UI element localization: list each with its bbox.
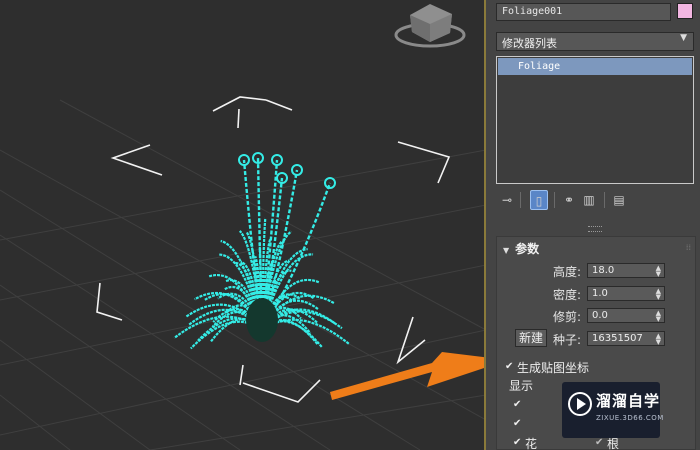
foliage-plant [173, 152, 351, 350]
play-logo-icon [568, 392, 592, 416]
seed-spinner[interactable]: 16351507 ▲ ▼ [587, 331, 665, 346]
prune-label: 修剪: [552, 310, 581, 324]
object-color-swatch[interactable] [677, 3, 693, 19]
prune-value: 0.0 [592, 310, 608, 321]
toolbar-separator [554, 192, 555, 208]
modifier-list-label: 修改器列表 [502, 37, 557, 50]
rollout-header[interactable]: ▼ 参数 [503, 240, 539, 257]
spinner-arrows-icon[interactable]: ▲ ▼ [656, 333, 661, 346]
toolbar-separator [604, 192, 605, 208]
spinner-arrows-icon[interactable]: ▲ ▼ [656, 288, 661, 301]
seed-value: 16351507 [592, 333, 643, 344]
stack-toolbar: ⊸ ▯ ⚭ ▥ ▤ [496, 190, 696, 212]
gen-map-coords-label: 生成贴图坐标 [517, 361, 590, 375]
object-name-field[interactable]: Foliage001 [496, 3, 671, 21]
gen-map-coords-checkbox[interactable]: ✔ [505, 362, 515, 372]
modifier-list-dropdown[interactable]: 修改器列表 ▼ [496, 32, 694, 51]
height-value: 18.0 [592, 265, 615, 276]
height-label: 高度: [552, 265, 581, 279]
seed-label: 种子: [552, 333, 581, 347]
rollout-title: 参数 [515, 242, 540, 256]
configure-modifier-sets-icon[interactable]: ▤ [610, 190, 628, 210]
stack-item-foliage[interactable]: Foliage [498, 58, 692, 75]
watermark-brand: 溜溜自学 [596, 392, 661, 410]
spinner-arrows-icon[interactable]: ▲ ▼ [656, 310, 661, 323]
3d-viewport[interactable] [0, 0, 486, 450]
density-label: 密度: [552, 288, 581, 302]
remove-modifier-icon[interactable]: ▥ [580, 190, 598, 210]
rollout-grip-icon: ⁞⁞ [685, 243, 691, 252]
show-leaves-checkbox[interactable]: ✔ [513, 400, 523, 410]
orange-pointer-arrow [330, 352, 486, 400]
watermark-url: ZIXUE.3D66.COM [596, 414, 664, 422]
show-end-result-icon[interactable]: ▯ [530, 190, 548, 210]
foliage-core [246, 298, 278, 342]
modifier-stack[interactable]: Foliage [496, 56, 694, 184]
watermark-logo: 溜溜自学 ZIXUE.3D66.COM [562, 382, 663, 438]
flowers-label: 花 [525, 437, 538, 450]
spinner-arrows-icon[interactable]: ▲ ▼ [656, 265, 661, 278]
rollout-drag-handle[interactable] [588, 226, 602, 232]
make-unique-icon[interactable]: ⚭ [560, 190, 578, 210]
chevron-down-icon: ▼ [680, 33, 687, 43]
height-spinner[interactable]: 18.0 ▲ ▼ [587, 263, 665, 278]
show-group-label: 显示 [509, 379, 534, 393]
collapse-triangle-icon: ▼ [503, 246, 510, 255]
toolbar-separator [520, 192, 521, 208]
density-value: 1.0 [592, 288, 608, 299]
viewport-scene [0, 4, 486, 450]
show-roots-checkbox[interactable]: ✔ [595, 438, 605, 448]
viewcube-icon[interactable] [394, 4, 466, 48]
prune-spinner[interactable]: 0.0 ▲ ▼ [587, 308, 665, 323]
show-fruit-checkbox[interactable]: ✔ [513, 419, 523, 429]
show-flowers-checkbox[interactable]: ✔ [513, 438, 523, 448]
density-spinner[interactable]: 1.0 ▲ ▼ [587, 286, 665, 301]
pin-stack-icon[interactable]: ⊸ [498, 190, 516, 210]
